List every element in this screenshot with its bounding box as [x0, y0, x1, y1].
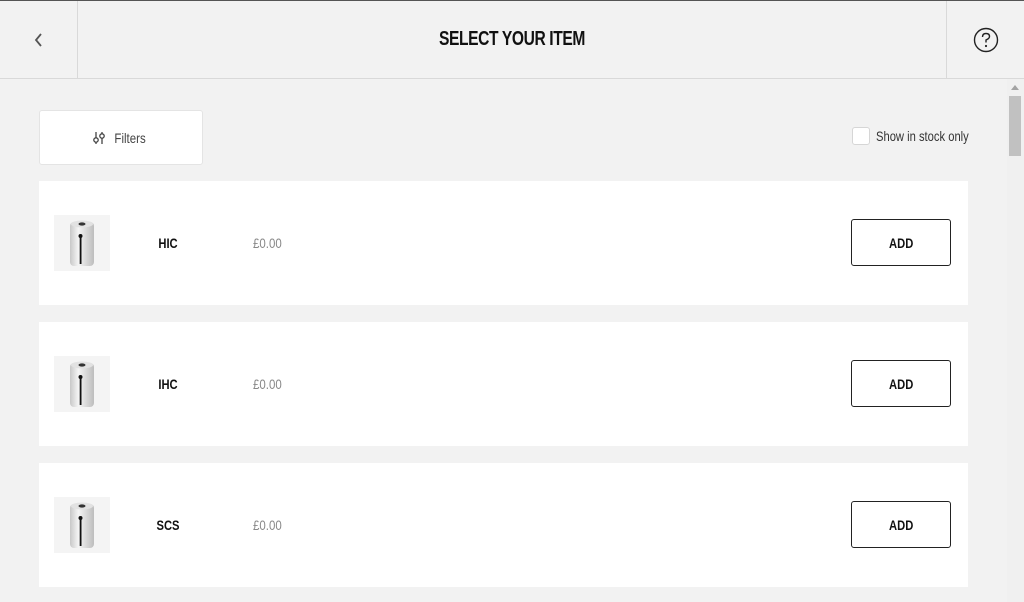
header: SELECT YOUR ITEM: [0, 1, 1024, 79]
item-image: [54, 497, 110, 553]
question-circle-icon: [973, 27, 999, 52]
stock-only-checkbox[interactable]: [852, 127, 870, 145]
filters-button[interactable]: Filters: [39, 110, 203, 165]
item-name: HIC: [158, 235, 178, 251]
stock-only-label: Show in stock only: [876, 128, 969, 144]
add-button-label: ADD: [888, 516, 914, 533]
add-button[interactable]: ADD: [851, 501, 951, 548]
stock-only-toggle[interactable]: Show in stock only: [852, 127, 992, 145]
back-button[interactable]: [0, 1, 78, 78]
cylinder-product-icon: [70, 502, 94, 548]
scrollbar-thumb[interactable]: [1009, 96, 1021, 156]
item-name: SCS: [156, 517, 180, 533]
vertical-scrollbar[interactable]: [1007, 79, 1024, 602]
sliders-icon: [93, 131, 105, 144]
scroll-up-arrow-icon[interactable]: [1011, 85, 1019, 90]
item-price: £0.00: [253, 376, 282, 392]
add-button[interactable]: ADD: [851, 219, 951, 266]
cylinder-product-icon: [70, 220, 94, 266]
item-name: IHC: [158, 376, 178, 392]
add-button-label: ADD: [888, 234, 914, 251]
item-price: £0.00: [253, 235, 282, 251]
item-image: [54, 356, 110, 412]
help-button[interactable]: [946, 1, 1024, 78]
add-button[interactable]: ADD: [851, 360, 951, 407]
cylinder-product-icon: [70, 361, 94, 407]
filters-label: Filters: [114, 129, 146, 146]
add-button-label: ADD: [888, 375, 914, 392]
item-card: IHC £0.00 ADD: [39, 322, 968, 446]
chevron-left-icon: [34, 32, 42, 47]
item-card: SCS £0.00 ADD: [39, 463, 968, 587]
item-image: [54, 215, 110, 271]
page-title: SELECT YOUR ITEM: [438, 28, 586, 50]
item-price: £0.00: [253, 517, 282, 533]
item-card: HIC £0.00 ADD: [39, 181, 968, 305]
